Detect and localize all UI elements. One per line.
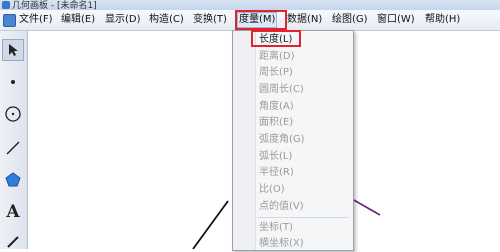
point-icon[interactable] — [2, 71, 24, 93]
measure-angle[interactable]: 角度(A) — [257, 99, 294, 115]
marker-icon[interactable] — [2, 229, 24, 251]
menu-separator — [257, 217, 349, 218]
system-menu-icon[interactable] — [3, 14, 16, 27]
menu-data[interactable]: 数据(N) — [286, 13, 323, 27]
measure-length[interactable]: 长度(L) — [257, 32, 292, 48]
title-bar: 几何画板 - [未命名1] — [0, 0, 500, 10]
menu-help[interactable]: 帮助(H) — [424, 13, 461, 27]
measure-point-value[interactable]: 点的值(V) — [257, 199, 304, 215]
measure-radius[interactable]: 半径(R) — [257, 165, 294, 181]
menu-window[interactable]: 窗口(W) — [376, 13, 416, 27]
window-title: 几何画板 - [未命名1] — [12, 1, 97, 10]
menu-bar: 文件(F) 编辑(E) 显示(D) 构造(C) 变换(T) 度量(M) 数据(N… — [0, 10, 500, 31]
menu-edit[interactable]: 编辑(E) — [60, 13, 96, 27]
measure-coordinates[interactable]: 坐标(T) — [257, 220, 293, 236]
segment-purple — [351, 198, 381, 216]
measure-area[interactable]: 面积(E) — [257, 115, 293, 131]
measure-perimeter[interactable]: 周长(P) — [257, 65, 293, 81]
measure-arc-angle[interactable]: 弧度角(G) — [257, 132, 305, 148]
compass-circle-icon[interactable] — [2, 103, 24, 125]
polygon-icon[interactable] — [2, 169, 24, 191]
menu-gutter — [233, 31, 256, 250]
text-icon[interactable]: A — [2, 201, 24, 223]
select-arrow-icon[interactable] — [2, 39, 24, 61]
measure-circumference[interactable]: 圆周长(C) — [257, 82, 304, 98]
measure-distance[interactable]: 距离(D) — [257, 49, 295, 65]
measure-abscissa[interactable]: 横坐标(X) — [257, 236, 304, 252]
menu-file[interactable]: 文件(F) — [18, 13, 54, 27]
menu-measure[interactable]: 度量(M) — [237, 12, 278, 28]
text-tool-label: A — [6, 202, 20, 222]
straightedge-icon[interactable] — [2, 137, 24, 159]
toolbox: A — [0, 31, 28, 249]
measure-menu: 长度(L) 距离(D) 周长(P) 圆周长(C) 角度(A) 面积(E) 弧度角… — [232, 30, 354, 251]
measure-ratio[interactable]: 比(O) — [257, 182, 285, 198]
menu-graph[interactable]: 绘图(G) — [331, 13, 369, 27]
menu-construct[interactable]: 构造(C) — [148, 13, 185, 27]
menu-transform[interactable]: 变换(T) — [192, 13, 228, 27]
measure-arc-length[interactable]: 弧长(L) — [257, 149, 292, 165]
segment-black — [192, 200, 229, 249]
app-icon — [2, 1, 10, 9]
menu-display[interactable]: 显示(D) — [104, 13, 142, 27]
